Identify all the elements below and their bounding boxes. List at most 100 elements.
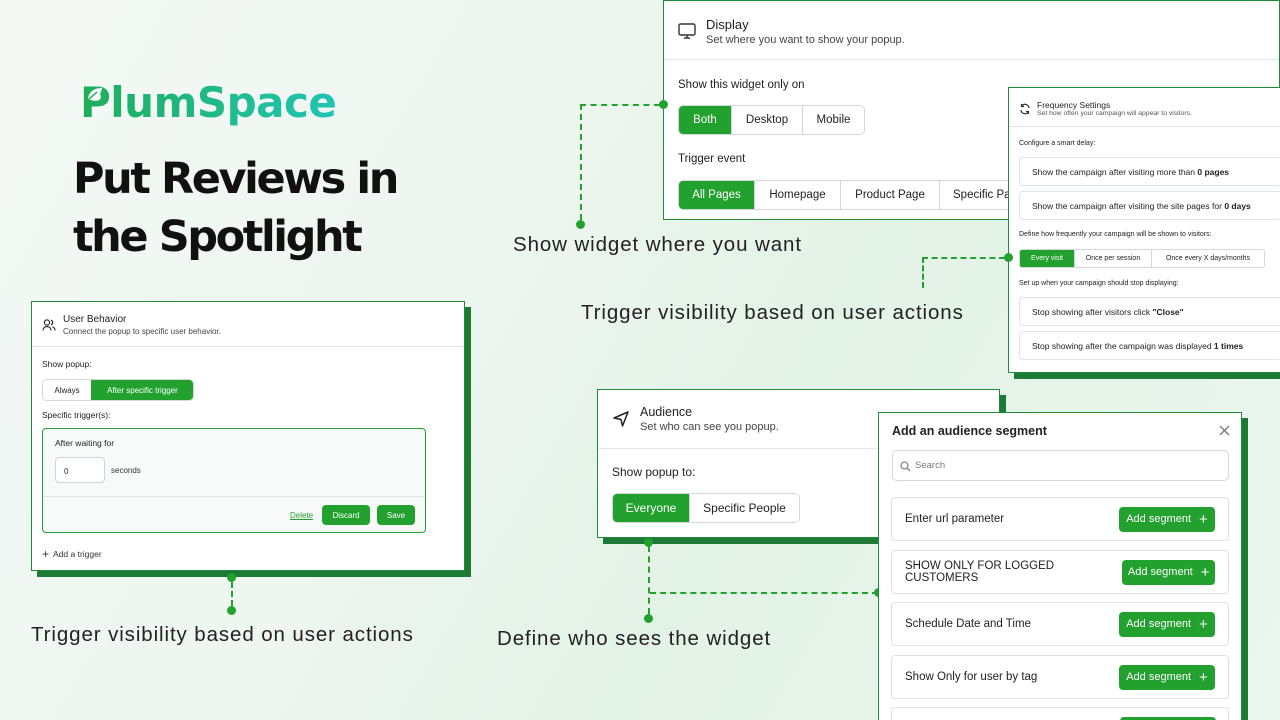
user-behavior-title: User Behavior (63, 314, 127, 325)
stop-value: 1 times (1213, 340, 1244, 351)
display-subtitle: Set where you want to show your popup. (706, 34, 905, 46)
brand-logo: PlumSpace (80, 78, 337, 127)
delay-rule-days[interactable]: Show the campaign after visiting the sit… (1019, 191, 1280, 220)
rule-value: 0 days (1224, 200, 1251, 211)
headline-line-2: the Spotlight (73, 212, 363, 262)
add-segment-button[interactable]: Add segment + (1119, 611, 1215, 637)
option-always[interactable]: Always (43, 380, 91, 400)
segment-item-partial (891, 707, 1229, 720)
navigation-icon (613, 411, 629, 427)
add-trigger-label: Add a trigger (53, 549, 102, 559)
divider (43, 496, 425, 497)
user-behavior-subtitle: Connect the popup to specific user behav… (63, 327, 221, 336)
connector-line (648, 546, 650, 614)
freq-once-per-session[interactable]: Once per session (1074, 250, 1151, 267)
event-all-pages[interactable]: All Pages (679, 181, 754, 209)
audience-everyone[interactable]: Everyone (613, 494, 689, 522)
show-popup-label: Show popup: (42, 359, 92, 369)
rule-text: Show the campaign after visiting more th… (1032, 166, 1198, 177)
segment-item: SHOW ONLY FOR LOGGED CUSTOMERS Add segme… (891, 550, 1229, 594)
smart-delay-label: Configure a smart delay: (1019, 140, 1096, 147)
add-segment-label: Add segment (1126, 513, 1192, 525)
add-segment-label: Add segment (1126, 618, 1192, 630)
leaf-icon (87, 88, 102, 101)
audience-specific-people[interactable]: Specific People (689, 494, 799, 522)
audience-subtitle: Set who can see you popup. (640, 421, 779, 433)
add-segment-button[interactable]: Add segment + (1122, 559, 1215, 585)
caption-user-behavior: Trigger visibility based on user actions (31, 623, 414, 646)
add-segment-button[interactable]: Add segment + (1119, 664, 1215, 690)
caption-audience: Define who sees the widget (497, 627, 772, 650)
users-icon (42, 319, 56, 331)
segment-item: Schedule Date and Time Add segment + (891, 602, 1229, 646)
add-segment-label: Add segment (1127, 566, 1193, 578)
segment-label: SHOW ONLY FOR LOGGED CUSTOMERS (905, 560, 1055, 584)
event-product-page[interactable]: Product Page (840, 181, 939, 209)
divider (32, 346, 464, 347)
caption-frequency: Trigger visibility based on user actions (581, 301, 964, 324)
device-desktop[interactable]: Desktop (731, 106, 802, 134)
trigger-title: After waiting for (55, 438, 115, 448)
audience-toggle: Everyone Specific People (612, 493, 800, 523)
plus-icon: + (1200, 563, 1210, 581)
show-only-label: Show this widget only on (678, 79, 805, 91)
connector-dot (659, 100, 668, 109)
delete-link[interactable]: Delete (290, 511, 313, 520)
connector-dot (1004, 253, 1013, 262)
show-popup-toggle: Always After specific trigger (42, 379, 194, 401)
add-segment-button[interactable]: Add segment + (1119, 506, 1215, 532)
audience-title: Audience (640, 405, 693, 419)
segment-item: Enter url parameter Add segment + (891, 497, 1229, 541)
device-mobile[interactable]: Mobile (802, 106, 864, 134)
monitor-icon (678, 23, 696, 39)
refresh-icon (1020, 103, 1030, 115)
wait-unit: seconds (111, 466, 141, 475)
stop-rule-close[interactable]: Stop showing after visitors click "Close… (1019, 297, 1280, 326)
segment-label: Enter url parameter (905, 513, 1005, 525)
stop-text: Stop showing after visitors click (1032, 306, 1153, 317)
connector-dot (227, 606, 236, 615)
freq-once-every-x[interactable]: Once every X days/months (1151, 250, 1264, 267)
option-after-trigger[interactable]: After specific trigger (91, 380, 193, 400)
display-title: Display (706, 17, 749, 32)
close-icon[interactable] (1219, 425, 1230, 436)
connector-line (580, 104, 660, 106)
modal-title: Add an audience segment (892, 424, 1047, 438)
stop-label: Set up when your campaign should stop di… (1019, 280, 1179, 287)
stop-value: "Close" (1152, 306, 1184, 317)
delay-rule-pages[interactable]: Show the campaign after visiting more th… (1019, 157, 1280, 186)
frequency-title: Frequency Settings (1037, 100, 1111, 110)
add-trigger-button[interactable]: + Add a trigger (42, 548, 102, 560)
rule-text: Show the campaign after visiting the sit… (1032, 200, 1225, 211)
search-placeholder: Search (915, 460, 946, 471)
plus-icon: + (1199, 615, 1208, 633)
segment-item: Show Only for user by tag Add segment + (891, 655, 1229, 699)
user-behavior-card: User Behavior Connect the popup to speci… (31, 301, 465, 571)
discard-button[interactable]: Discard (322, 505, 370, 525)
freq-every-visit[interactable]: Every visit (1020, 250, 1074, 267)
connector-line (922, 257, 924, 288)
logo-text: PlumSpace (80, 78, 337, 127)
search-input[interactable]: Search (892, 450, 1229, 481)
event-toggle: All Pages Homepage Product Page Specific… (678, 180, 1030, 210)
rule-value: 0 pages (1197, 166, 1230, 177)
connector-line (231, 582, 233, 606)
frequency-label: Define how frequently your campaign will… (1019, 231, 1212, 238)
wait-input[interactable]: 0 (55, 457, 105, 483)
device-both[interactable]: Both (679, 106, 731, 134)
divider (664, 59, 1279, 60)
trigger-box: After waiting for 0 seconds Delete Disca… (42, 428, 426, 533)
stop-rule-times[interactable]: Stop showing after the campaign was disp… (1019, 331, 1280, 360)
device-toggle: Both Desktop Mobile (678, 105, 865, 135)
stop-text: Stop showing after the campaign was disp… (1032, 340, 1214, 351)
headline-line-1: Put Reviews in (73, 154, 399, 204)
divider (1009, 126, 1280, 127)
segment-label: Show Only for user by tag (905, 671, 1038, 683)
frequency-toggle: Every visit Once per session Once every … (1019, 249, 1265, 268)
frequency-subtitle: Set how often your campaign will appear … (1037, 110, 1192, 117)
connector-line (922, 257, 1005, 259)
plus-icon: + (1199, 668, 1208, 686)
save-button[interactable]: Save (377, 505, 415, 525)
event-homepage[interactable]: Homepage (754, 181, 840, 209)
headline: Put Reviews in the Spotlight (73, 150, 399, 266)
